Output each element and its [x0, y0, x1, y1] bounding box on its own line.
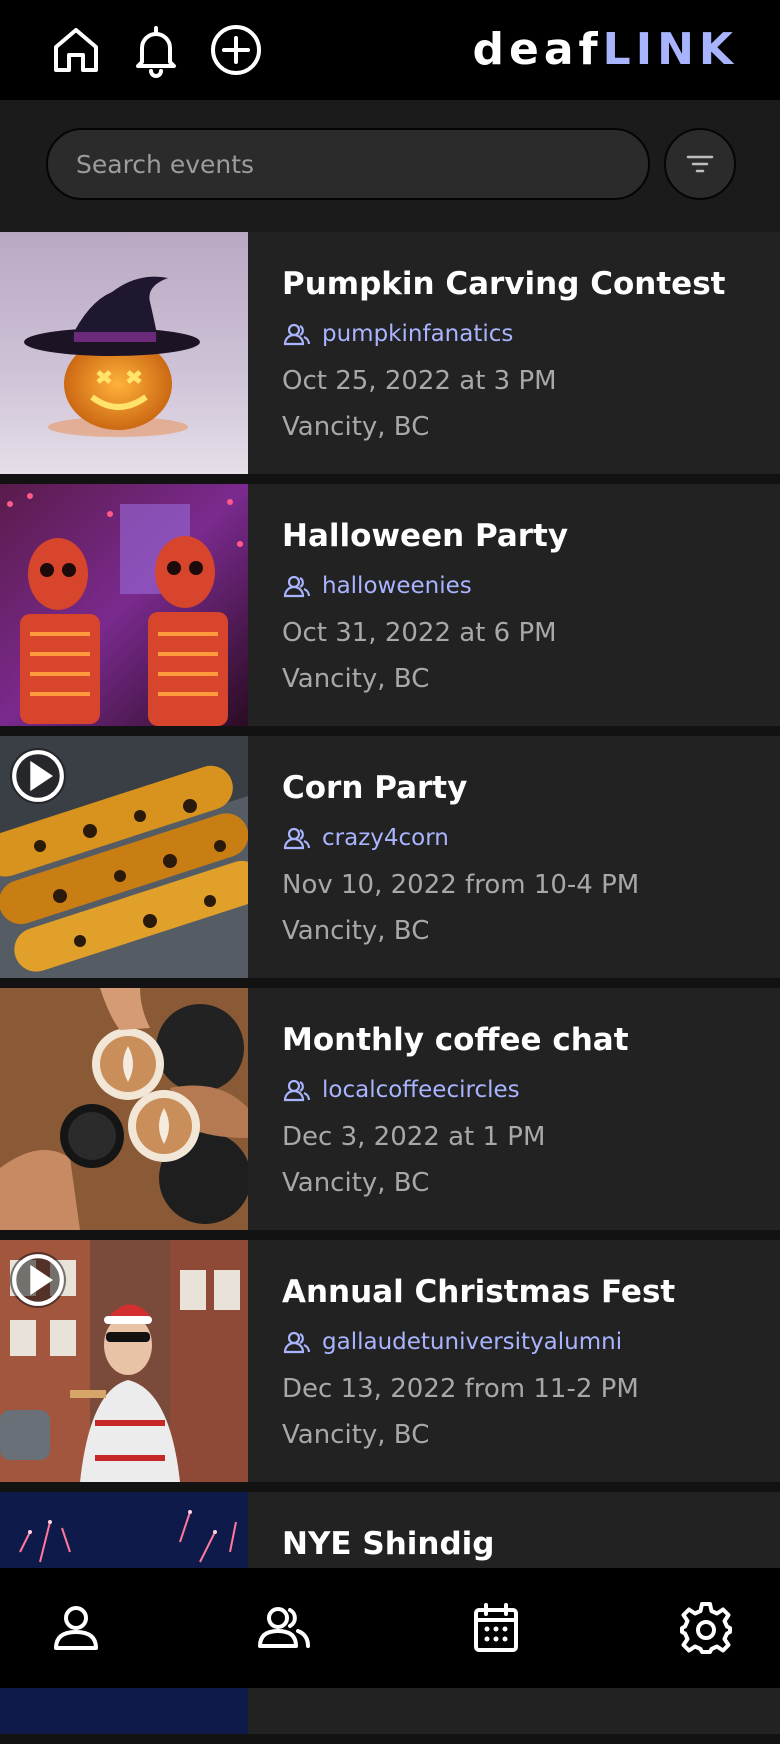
brand-part1: deaf: [472, 24, 603, 75]
event-date: Oct 31, 2022 at 6 PM: [282, 618, 557, 648]
event-image: [0, 484, 248, 726]
group-icon: [283, 575, 311, 598]
calendar-icon[interactable]: [468, 1600, 524, 1656]
group-icon: [283, 1331, 311, 1354]
event-group[interactable]: halloweenies: [282, 570, 472, 602]
event-title[interactable]: NYE Shindig: [282, 1526, 494, 1562]
video-play-icon[interactable]: [10, 748, 66, 804]
event-date: Oct 25, 2022 at 3 PM: [282, 366, 557, 396]
event-image: [0, 736, 248, 978]
video-play-icon[interactable]: [10, 1252, 66, 1308]
event-group[interactable]: localcoffeecircles: [282, 1074, 520, 1106]
bell-icon[interactable]: [128, 22, 184, 78]
group-icon: [283, 323, 311, 346]
event-date: Dec 13, 2022 from 11-2 PM: [282, 1374, 639, 1404]
event-group-name: halloweenies: [322, 573, 472, 599]
brand-logo: deafLINK: [473, 20, 739, 80]
event-title[interactable]: Pumpkin Carving Contest: [282, 266, 725, 302]
event-card[interactable]: Corn Party crazy4corn Nov 10, 2022 from …: [0, 736, 780, 978]
event-card[interactable]: Halloween Party halloweenies Oct 31, 202…: [0, 484, 780, 726]
event-card[interactable]: Annual Christmas Fest gallaudetuniversit…: [0, 1240, 780, 1482]
event-group-name: gallaudetuniversityalumni: [322, 1329, 623, 1355]
event-location: Vancity, BC: [282, 1168, 430, 1198]
event-location: Vancity, BC: [282, 916, 430, 946]
event-location: Vancity, BC: [282, 412, 430, 442]
brand-part2: LINK: [602, 24, 738, 75]
search-bar: [0, 100, 780, 232]
event-group-name: crazy4corn: [322, 825, 449, 851]
event-date: Nov 10, 2022 from 10-4 PM: [282, 870, 640, 900]
event-image: [0, 1240, 248, 1482]
filter-button[interactable]: [664, 128, 736, 200]
profile-icon[interactable]: [48, 1600, 104, 1656]
event-group-name: pumpkinfanatics: [322, 321, 514, 347]
group-icon: [283, 1079, 311, 1102]
add-circle-icon[interactable]: [208, 22, 264, 78]
home-icon[interactable]: [48, 22, 104, 78]
group-icon: [283, 827, 311, 850]
search-input[interactable]: [46, 128, 650, 200]
event-title[interactable]: Halloween Party: [282, 518, 568, 554]
event-image: [0, 988, 248, 1230]
event-title[interactable]: Monthly coffee chat: [282, 1022, 629, 1058]
settings-icon[interactable]: [678, 1600, 734, 1656]
event-group[interactable]: pumpkinfanatics: [282, 318, 513, 350]
event-image: [0, 232, 248, 474]
event-group[interactable]: gallaudetuniversityalumni: [282, 1326, 622, 1358]
event-list: Pumpkin Carving Contest pumpkinfanatics …: [0, 232, 780, 1744]
event-title[interactable]: Annual Christmas Fest: [282, 1274, 675, 1310]
bottom-nav: [0, 1568, 780, 1688]
event-date: Dec 3, 2022 at 1 PM: [282, 1122, 546, 1152]
event-group-name: localcoffeecircles: [322, 1077, 520, 1103]
event-location: Vancity, BC: [282, 1420, 430, 1450]
event-location: Vancity, BC: [282, 664, 430, 694]
event-title[interactable]: Corn Party: [282, 770, 467, 806]
filter-icon: [686, 155, 714, 173]
groups-icon[interactable]: [256, 1600, 312, 1656]
top-bar: deafLINK: [0, 0, 780, 100]
event-card[interactable]: Monthly coffee chat localcoffeecircles D…: [0, 988, 780, 1230]
event-card[interactable]: Pumpkin Carving Contest pumpkinfanatics …: [0, 232, 780, 474]
event-group[interactable]: crazy4corn: [282, 822, 449, 854]
